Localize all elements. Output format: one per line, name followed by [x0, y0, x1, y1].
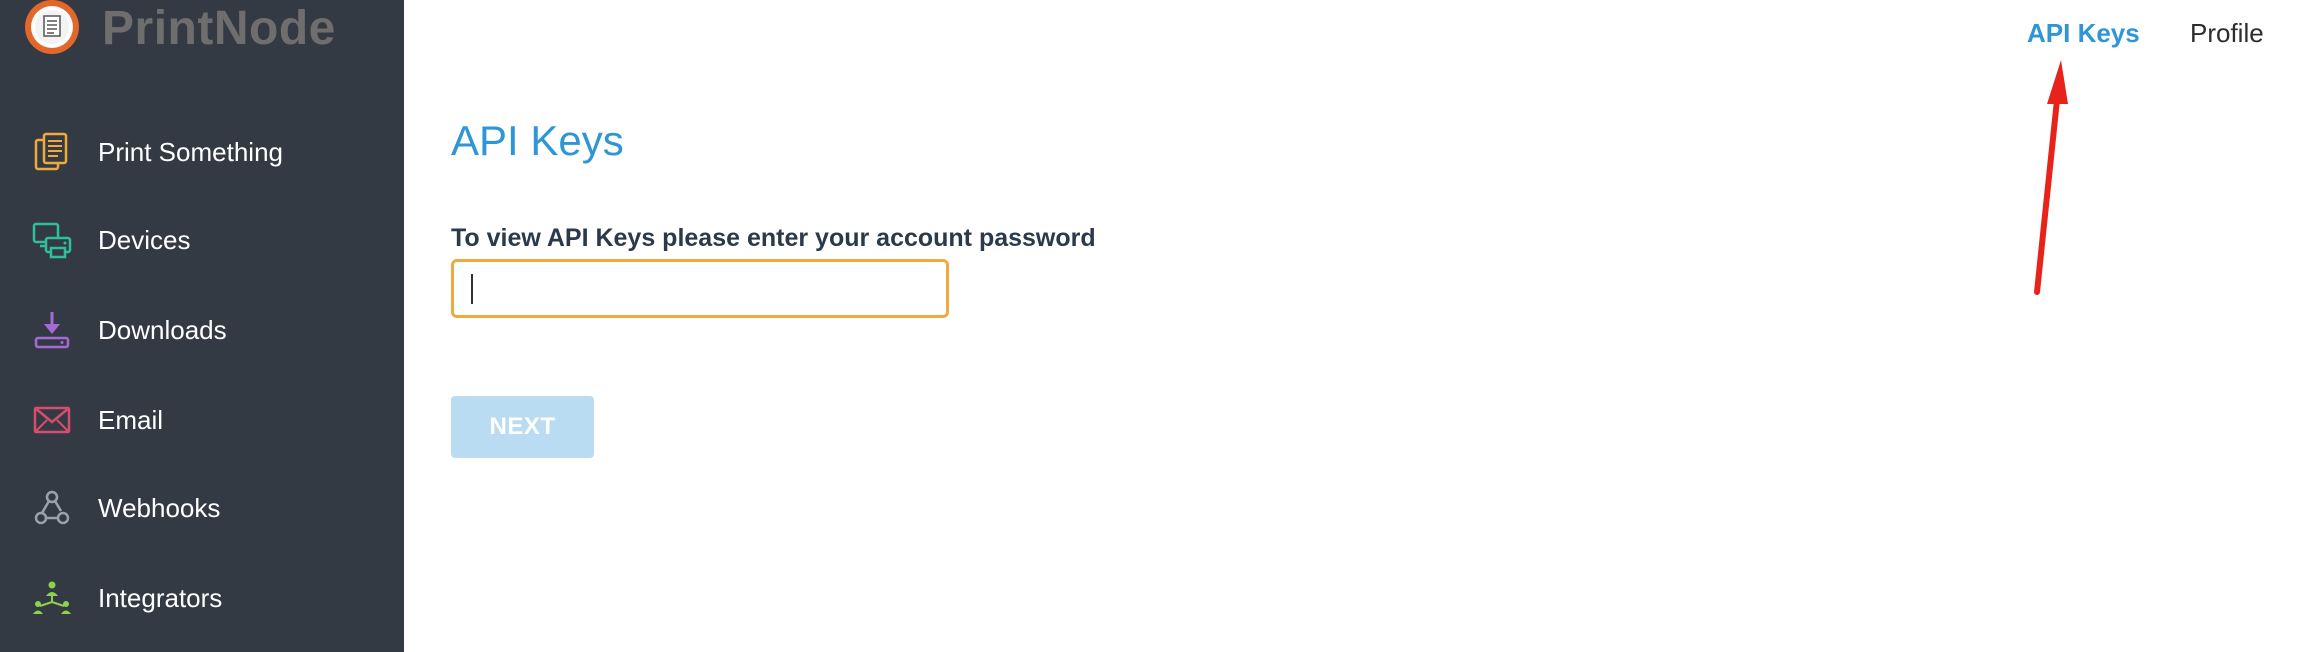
- sidebar-item-label: Downloads: [98, 314, 227, 345]
- envelope-icon: [30, 398, 74, 442]
- webhook-icon: [30, 486, 74, 530]
- printer-icon: [30, 218, 74, 262]
- text-caret: [471, 274, 473, 304]
- sidebar: PrintNode Print Something Devices Downlo…: [0, 0, 404, 652]
- topnav-profile-link[interactable]: Profile: [2190, 18, 2264, 49]
- sidebar-item-downloads[interactable]: Downloads: [0, 286, 404, 374]
- topnav-api-keys-link[interactable]: API Keys: [2027, 18, 2140, 49]
- document-stack-icon: [30, 130, 74, 174]
- sidebar-item-label: Webhooks: [98, 492, 221, 523]
- brand-logo[interactable]: PrintNode: [24, 0, 336, 62]
- printnode-logo-icon: [24, 0, 80, 55]
- sidebar-item-integrators[interactable]: Integrators: [0, 554, 404, 642]
- next-button[interactable]: NEXT: [451, 396, 594, 458]
- integrators-icon: [30, 576, 74, 620]
- sidebar-item-email[interactable]: Email: [0, 376, 404, 464]
- password-label: To view API Keys please enter your accou…: [451, 224, 1096, 252]
- page-title: API Keys: [451, 117, 624, 164]
- sidebar-item-label: Email: [98, 404, 164, 435]
- password-input[interactable]: [451, 259, 949, 318]
- sidebar-item-label: Devices: [98, 224, 191, 255]
- sidebar-item-label: Integrators: [98, 582, 223, 613]
- sidebar-item-print-something[interactable]: Print Something: [0, 108, 404, 196]
- sidebar-item-label: Print Something: [98, 136, 283, 167]
- brand-name: PrintNode: [102, 1, 336, 55]
- download-icon: [30, 308, 74, 352]
- sidebar-item-devices[interactable]: Devices: [0, 196, 404, 284]
- sidebar-item-webhooks[interactable]: Webhooks: [0, 464, 404, 552]
